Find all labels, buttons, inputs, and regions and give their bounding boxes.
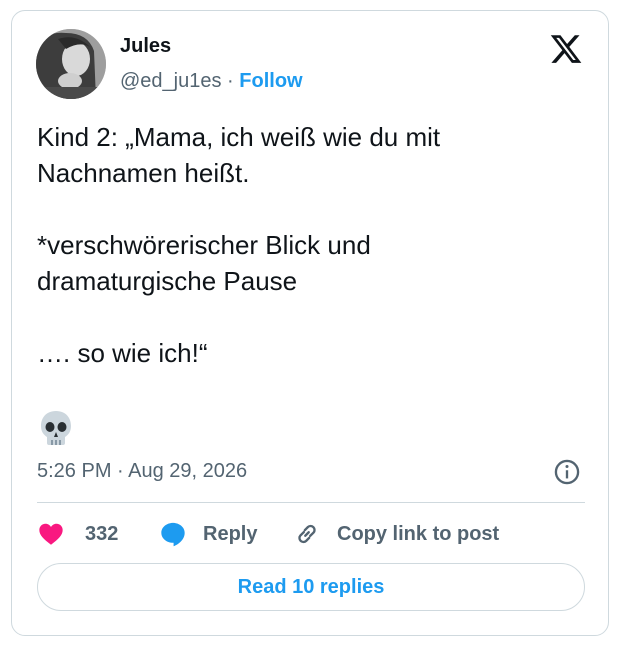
like-button[interactable]: 332	[37, 516, 118, 552]
follow-button[interactable]: Follow	[239, 70, 302, 92]
like-count: 332	[85, 522, 119, 545]
tweet-text: Kind 2: „Mama, ich weiß wie du mit Nachn…	[37, 122, 441, 368]
skull-emoji-icon	[41, 411, 71, 445]
heart-icon	[39, 523, 63, 545]
divider	[37, 502, 585, 503]
x-logo-icon[interactable]	[549, 32, 583, 66]
reply-button[interactable]: Reply	[159, 516, 257, 552]
handle-row: @ed_ju1es · Follow	[120, 70, 303, 93]
avatar-photo	[36, 29, 106, 99]
separator: ·	[227, 70, 234, 92]
copy-link-button[interactable]: Copy link to post	[293, 516, 499, 552]
reply-label: Reply	[203, 522, 258, 545]
author-handle[interactable]: @ed_ju1es	[120, 70, 221, 92]
copy-link-label: Copy link to post	[337, 522, 500, 545]
link-icon	[298, 524, 316, 544]
action-bar: 332 Reply Copy link to post	[37, 516, 585, 552]
tweet-card: Jules @ed_ju1es · Follow Kind 2: „Mama, …	[11, 10, 609, 636]
author-name[interactable]: Jules	[120, 35, 171, 58]
tweet-timestamp[interactable]: 5:26 PM · Aug 29, 2026	[37, 460, 247, 483]
speech-bubble-icon	[161, 522, 185, 547]
read-replies-button[interactable]: Read 10 replies	[37, 563, 585, 611]
info-icon[interactable]	[553, 458, 581, 486]
avatar[interactable]	[36, 29, 106, 99]
